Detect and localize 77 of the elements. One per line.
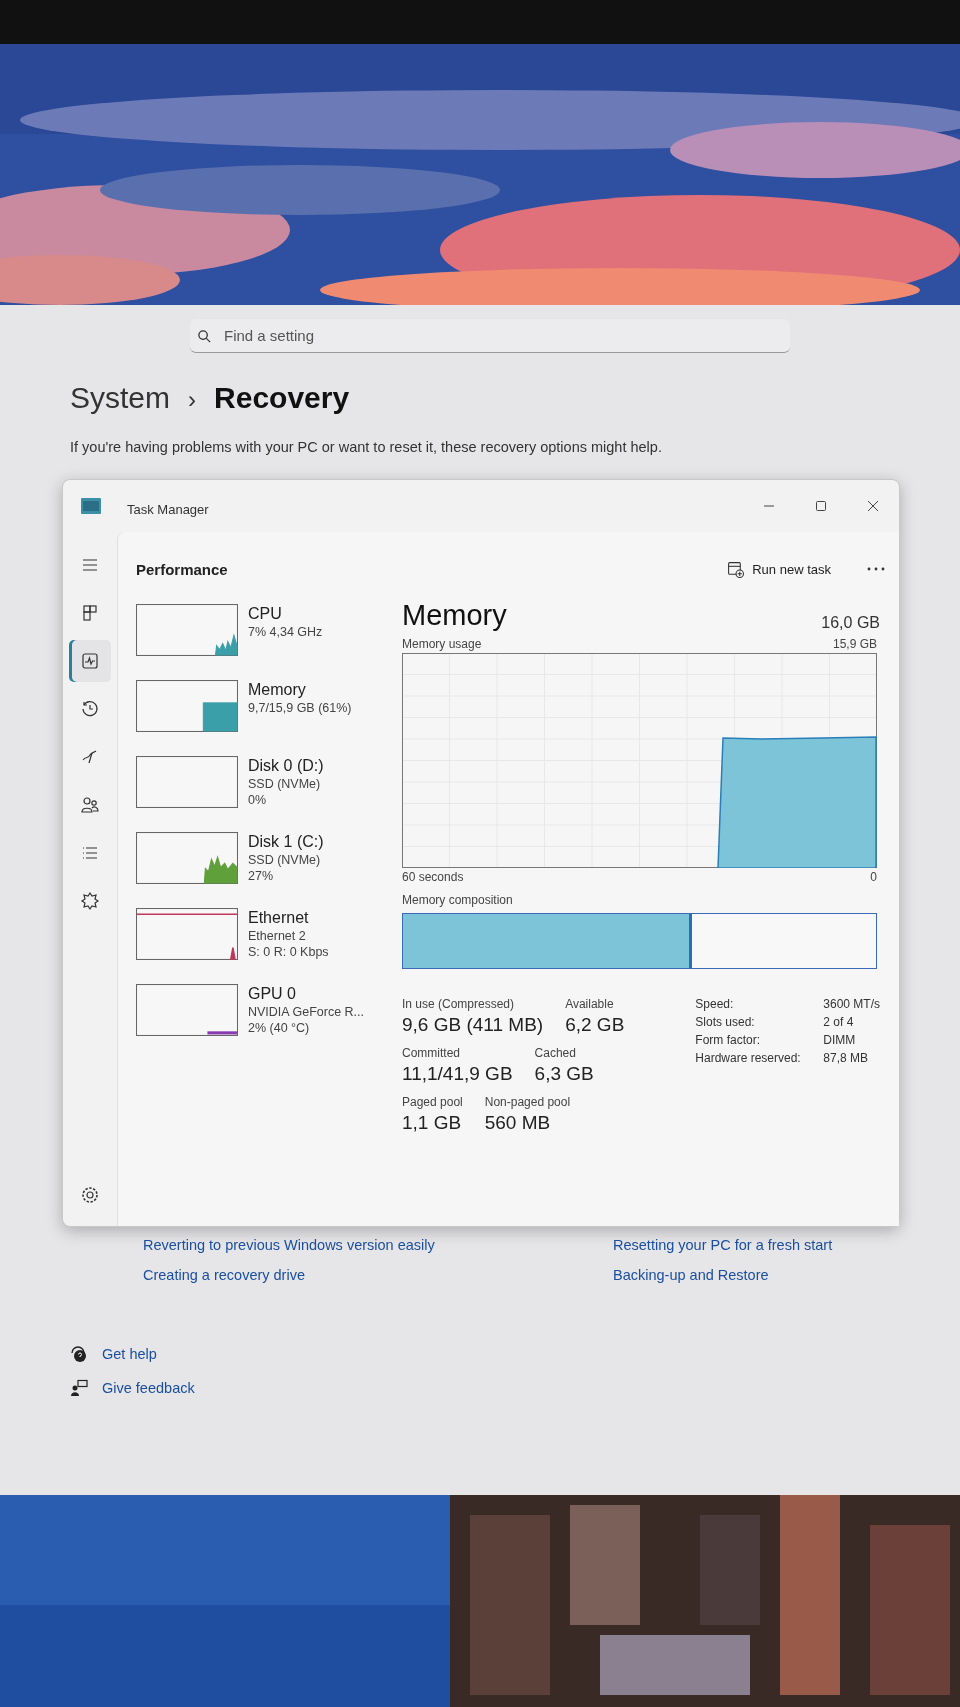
stat-label: Non-paged pool: [484, 1095, 571, 1109]
resource-detail: SSD (NVMe): [248, 852, 322, 868]
spec-label: Form factor:: [695, 1033, 761, 1047]
resource-name: CPU: [248, 604, 283, 624]
resource-item[interactable]: Memory 9,7/15,9 GB (61%): [136, 680, 374, 736]
stat-label: Paged pool: [402, 1095, 463, 1109]
stat-label: Cached: [534, 1046, 577, 1060]
resource-name: GPU 0: [248, 984, 297, 1004]
stat-label: Committed: [402, 1046, 461, 1060]
grid-icon: [80, 603, 100, 623]
resource-item[interactable]: Disk 1 (C:) SSD (NVMe) 27%: [136, 832, 374, 888]
pulse-icon: [80, 651, 100, 671]
help-link[interactable]: Give feedback: [102, 1380, 195, 1396]
help-link[interactable]: Get help: [102, 1346, 157, 1362]
history-icon: [80, 699, 100, 719]
search-icon: [197, 329, 212, 344]
close-icon: [867, 500, 879, 512]
resource-detail: 2% (40 °C): [248, 1020, 311, 1036]
spec-label: Slots used:: [695, 1015, 756, 1029]
stat-value: 9,6 GB (411 MB): [402, 1014, 544, 1036]
graph-max-label: 15,9 GB: [832, 637, 877, 652]
maximize-icon: [815, 500, 827, 512]
stat-label: In use (Compressed): [402, 997, 516, 1011]
graph-label: Memory usage: [402, 637, 482, 651]
nav-performance-button[interactable]: [69, 640, 111, 682]
help-icon: [70, 1345, 88, 1363]
stat-value: 11,1/41,9 GB: [402, 1063, 513, 1085]
more-icon: [867, 567, 885, 571]
breadcrumb-separator: ›: [188, 386, 197, 414]
resource-detail: SSD (NVMe): [248, 776, 322, 792]
graph-min-label: 0: [870, 870, 877, 885]
panel-title: Memory: [402, 599, 507, 632]
resource-detail: 27%: [248, 868, 275, 884]
resource-item[interactable]: CPU 7% 4,34 GHz: [136, 604, 374, 660]
page-title: Recovery: [214, 381, 350, 415]
resource-name: Memory: [248, 680, 307, 700]
app-icon: [81, 498, 101, 514]
run-new-task-button[interactable]: Run new task: [719, 554, 839, 584]
spec-label: Speed:: [695, 997, 735, 1011]
page-description: If you're having problems with your PC or want to reset it, these recovery options might help.: [70, 439, 663, 455]
related-link[interactable]: Creating a recovery drive: [143, 1267, 613, 1283]
composition-label: Memory composition: [402, 893, 514, 907]
new-task-icon: [727, 560, 745, 578]
related-link[interactable]: Backing-up and Restore: [613, 1267, 923, 1283]
section-title: Performance: [136, 560, 228, 578]
spec-value: DIMM: [823, 1033, 857, 1047]
stat-value: 6,3 GB: [534, 1063, 594, 1085]
resource-detail: S: 0 R: 0 Kbps: [248, 944, 329, 960]
stat-label: Available: [565, 997, 615, 1011]
stat-value: 6,2 GB: [565, 1014, 625, 1036]
spec-value: 2 of 4: [823, 1015, 855, 1029]
related-link[interactable]: Reverting to previous Windows version easily: [143, 1237, 613, 1253]
spec-value: 87,8 MB: [823, 1051, 869, 1065]
resource-item[interactable]: Ethernet Ethernet 2 S: 0 R: 0 Kbps: [136, 908, 374, 964]
settings-icon: [80, 1185, 100, 1205]
stat-value: 560 MB: [484, 1112, 552, 1134]
resource-detail: 9,7/15,9 GB (61%): [248, 700, 352, 716]
feedback-icon: [70, 1379, 88, 1397]
spec-label: Hardware reserved:: [695, 1051, 802, 1065]
search-field[interactable]: Find a setting: [190, 319, 790, 353]
spec-value: 3600 MT/s: [823, 997, 880, 1011]
related-link[interactable]: Resetting your PC for a fresh start: [613, 1237, 923, 1253]
total-memory: 16,0 GB: [821, 614, 880, 632]
resource-detail: Ethernet 2: [248, 928, 307, 944]
resource-name: Disk 1 (C:): [248, 832, 324, 852]
breadcrumb-parent[interactable]: System: [70, 381, 171, 415]
resource-detail: 7% 4,34 GHz: [248, 624, 323, 640]
resource-item[interactable]: GPU 0 NVIDIA GeForce R... 2% (40 °C): [136, 984, 374, 1040]
resource-name: Ethernet: [248, 908, 310, 928]
window-title: Task Manager: [127, 501, 209, 517]
resource-detail: 0%: [248, 792, 268, 808]
stat-value: 1,1 GB: [402, 1112, 463, 1134]
resource-detail: NVIDIA GeForce R...: [248, 1004, 364, 1020]
resource-name: Disk 0 (D:): [248, 756, 324, 776]
resource-item[interactable]: Disk 0 (D:) SSD (NVMe) 0%: [136, 756, 374, 812]
time-span-label: 60 seconds: [402, 870, 464, 885]
users-icon: [80, 795, 100, 815]
